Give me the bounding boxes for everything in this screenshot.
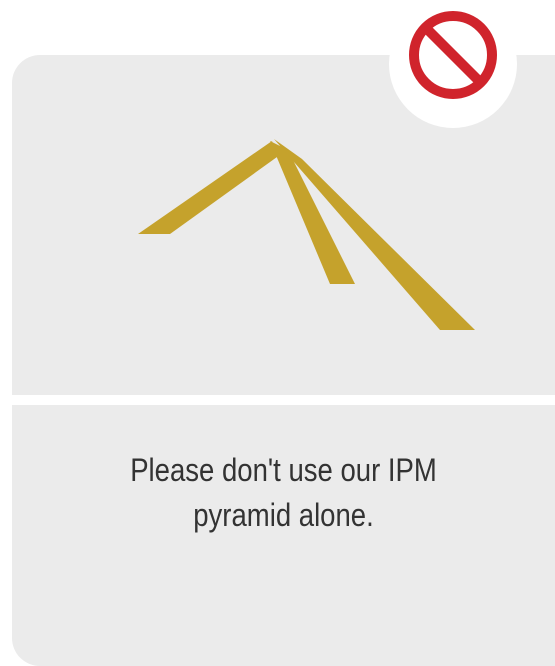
caption-panel: Please don't use our IPM pyramid alone. (12, 405, 555, 666)
caption-line-1: Please don't use our IPM (130, 452, 437, 488)
caption-line-2: pyramid alone. (193, 497, 374, 533)
pyramid-left-slope (138, 141, 277, 234)
caption-text: Please don't use our IPM pyramid alone. (50, 448, 517, 538)
prohibited-badge (389, 0, 517, 128)
pyramid-right-slope (274, 139, 475, 330)
prohibited-icon (409, 11, 497, 99)
